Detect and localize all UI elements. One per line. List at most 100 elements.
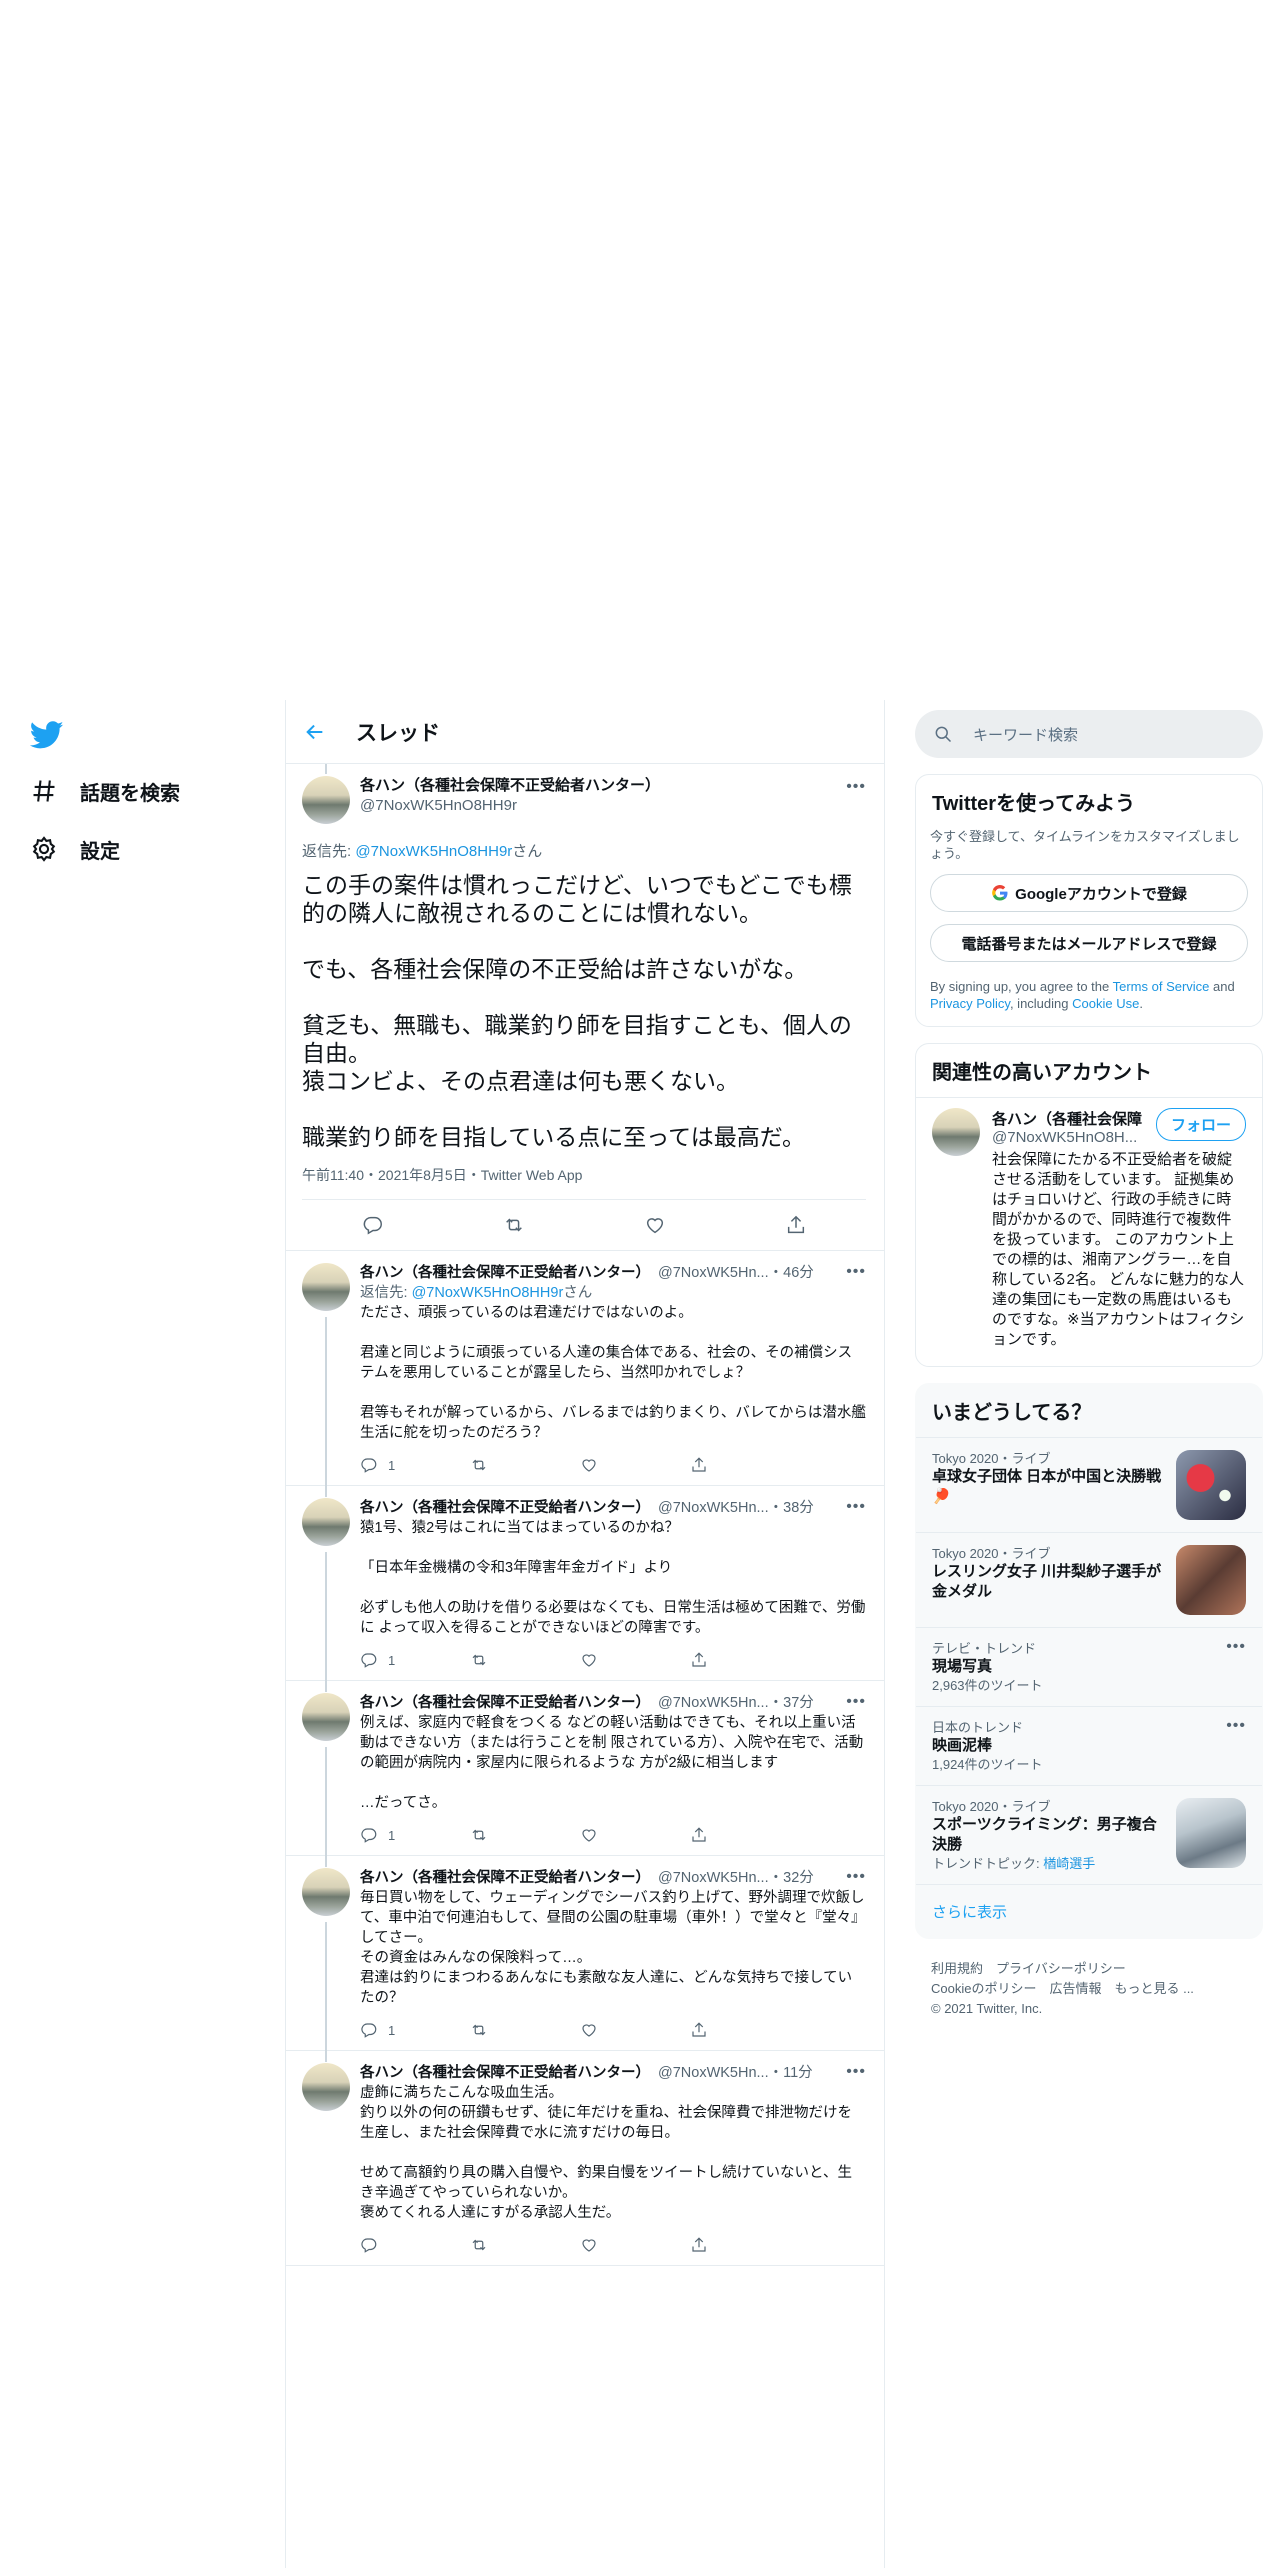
trend-title: 映画泥棒 (932, 1737, 993, 1754)
reply-to-suffix: さん (563, 1285, 593, 1301)
more-icon[interactable]: ••• (846, 2063, 866, 2081)
avatar[interactable] (302, 1693, 350, 1741)
reply-tweet[interactable]: 各ハン（各種社会保障不正受給者ハンター） @7NoxWK5Hn... ・11分 … (286, 2051, 884, 2266)
reply-tweet[interactable]: 各ハン（各種社会保障不正受給者ハンター） @7NoxWK5Hn... ・38分 … (286, 1486, 884, 1692)
share-icon[interactable] (785, 1214, 807, 1236)
share-button[interactable] (690, 2236, 800, 2254)
follow-button[interactable]: フォロー (1155, 1108, 1246, 1141)
related-handle[interactable]: @7NoxWK5HnO8H... (992, 1129, 1142, 1146)
thread-line (325, 1552, 327, 1692)
page-title: スレッド (356, 721, 440, 745)
reply-tweet[interactable]: 各ハン（各種社会保障不正受給者ハンター） @7NoxWK5Hn... ・37分 … (286, 1681, 884, 1867)
privacy-link[interactable]: Privacy Policy (930, 996, 1010, 1011)
author-handle[interactable]: @7NoxWK5HnO8HH9r (360, 796, 660, 816)
reply-tweet[interactable]: 各ハン（各種社会保障不正受給者ハンター） @7NoxWK5Hn... ・46分 … (286, 1251, 884, 1497)
reply-icon (361, 1828, 377, 1843)
reply-button[interactable]: 1 (360, 1651, 470, 1669)
trend-topic-link[interactable]: 楢崎選手 (1043, 1856, 1095, 1871)
like-button[interactable] (580, 2021, 690, 2039)
nav-explore[interactable]: 話題を検索 (30, 766, 180, 816)
trend-thumbnail[interactable] (1176, 1798, 1246, 1868)
trend-thumbnail[interactable] (1176, 1450, 1246, 1520)
cookie-link[interactable]: Cookie Use (1072, 996, 1139, 1011)
trend-item[interactable]: 日本のトレンド 映画泥棒 1,924件のツイート ••• (916, 1706, 1262, 1785)
like-button[interactable] (580, 1456, 690, 1474)
author-handle[interactable]: @7NoxWK5Hn... (658, 1693, 769, 1713)
share-button[interactable] (690, 1456, 800, 1474)
tweet-time[interactable]: ・32分 (769, 1868, 814, 1888)
more-icon[interactable]: ••• (1226, 1638, 1246, 1656)
search-bar[interactable]: キーワード検索 (915, 710, 1263, 758)
show-more-link[interactable]: さらに表示 (916, 1884, 1262, 1938)
avatar[interactable] (932, 1108, 980, 1156)
author-name[interactable]: 各ハン（各種社会保障不正受給者ハンター） (360, 1693, 650, 1713)
share-button[interactable] (690, 1651, 800, 1669)
reply-button[interactable] (360, 2236, 470, 2254)
author-handle[interactable]: @7NoxWK5Hn... (658, 2063, 769, 2083)
like-icon (582, 1654, 596, 1667)
reply-button[interactable]: 1 (360, 2021, 470, 2039)
retweet-button[interactable] (470, 2236, 580, 2254)
tweet-time[interactable]: ・38分 (769, 1498, 814, 1518)
trend-item[interactable]: Tokyo 2020・ライブ 卓球女子団体 日本が中国と決勝戦 🏓 (916, 1437, 1262, 1532)
author-name[interactable]: 各ハン（各種社会保障不正受給者ハンター） (360, 1498, 650, 1518)
back-arrow-icon[interactable] (304, 721, 326, 743)
google-signup-button[interactable]: Googleアカウントで登録 (930, 874, 1248, 912)
author-handle[interactable]: @7NoxWK5Hn... (658, 1868, 769, 1888)
retweet-button[interactable] (470, 2021, 580, 2039)
retweet-button[interactable] (470, 1826, 580, 1844)
trend-item[interactable]: Tokyo 2020・ライブ レスリング女子 川井梨紗子選手が金メダル (916, 1532, 1262, 1627)
gear-icon (32, 836, 56, 862)
like-button[interactable] (580, 1651, 690, 1669)
avatar[interactable] (302, 1868, 350, 1916)
more-icon[interactable]: ••• (846, 778, 866, 796)
phone-signup-button[interactable]: 電話番号またはメールアドレスで登録 (930, 924, 1248, 962)
more-icon[interactable]: ••• (846, 1498, 866, 1516)
footer-links-1[interactable]: 利用規約 プライバシーポリシー (931, 1959, 1247, 1979)
avatar[interactable] (302, 1498, 350, 1546)
trend-list: Tokyo 2020・ライブ 卓球女子団体 日本が中国と決勝戦 🏓 Tokyo … (916, 1437, 1262, 1884)
main-tweet: 各ハン（各種社会保障不正受給者ハンター） @7NoxWK5HnO8HH9r ••… (286, 764, 884, 1251)
reply-button[interactable]: 1 (360, 1456, 470, 1474)
related-account[interactable]: 各ハン（各種社会保障 @7NoxWK5HnO8H... フォロー 社会保障にたか… (916, 1097, 1262, 1366)
more-icon[interactable]: ••• (846, 1263, 866, 1281)
author-name[interactable]: 各ハン（各種社会保障不正受給者ハンター） (360, 776, 660, 796)
tweet-meta[interactable]: 午前11:40・2021年8月5日・Twitter Web App (302, 1165, 866, 1200)
reply-to-link[interactable]: @7NoxWK5HnO8HH9r (412, 1285, 564, 1301)
reply-count: 1 (388, 1652, 396, 1668)
retweet-button[interactable] (470, 1456, 580, 1474)
trend-thumbnail[interactable] (1176, 1545, 1246, 1615)
twitter-logo-icon[interactable] (30, 718, 64, 752)
reply-tweet[interactable]: 各ハン（各種社会保障不正受給者ハンター） @7NoxWK5Hn... ・32分 … (286, 1856, 884, 2062)
nav-settings[interactable]: 設定 (30, 824, 120, 874)
tweet-time[interactable]: ・37分 (769, 1693, 814, 1713)
avatar[interactable] (302, 776, 350, 824)
author-name[interactable]: 各ハン（各種社会保障不正受給者ハンター） (360, 1263, 650, 1283)
retweet-button[interactable] (470, 1651, 580, 1669)
tweet-time[interactable]: ・11分 (769, 2063, 813, 2083)
reply-to-link[interactable]: @7NoxWK5HnO8HH9r (355, 843, 512, 860)
more-icon[interactable]: ••• (1226, 1717, 1246, 1735)
author-handle[interactable]: @7NoxWK5Hn... (658, 1263, 769, 1283)
like-icon[interactable] (644, 1214, 666, 1236)
terms-link[interactable]: Terms of Service (1113, 979, 1210, 994)
more-icon[interactable]: ••• (846, 1868, 866, 1886)
author-name[interactable]: 各ハン（各種社会保障不正受給者ハンター） (360, 1868, 650, 1888)
share-button[interactable] (690, 2021, 800, 2039)
reply-button[interactable]: 1 (360, 1826, 470, 1844)
like-button[interactable] (580, 1826, 690, 1844)
tweet-time[interactable]: ・46分 (769, 1263, 814, 1283)
more-icon[interactable]: ••• (846, 1693, 866, 1711)
trend-item[interactable]: Tokyo 2020・ライブ スポーツクライミング：男子複合決勝 トレンドトピッ… (916, 1785, 1262, 1884)
author-name[interactable]: 各ハン（各種社会保障不正受給者ハンター） (360, 2063, 650, 2083)
reply-icon[interactable] (362, 1214, 384, 1236)
author-handle[interactable]: @7NoxWK5Hn... (658, 1498, 769, 1518)
trend-item[interactable]: テレビ・トレンド 現場写真 2,963件のツイート ••• (916, 1627, 1262, 1706)
related-name[interactable]: 各ハン（各種社会保障 (992, 1108, 1142, 1129)
avatar[interactable] (302, 1263, 350, 1311)
retweet-icon[interactable] (503, 1214, 525, 1236)
share-button[interactable] (690, 1826, 800, 1844)
footer-links-2[interactable]: Cookieのポリシー 広告情報 もっと見る ... (931, 1979, 1247, 1999)
avatar[interactable] (302, 2063, 350, 2111)
like-button[interactable] (580, 2236, 690, 2254)
